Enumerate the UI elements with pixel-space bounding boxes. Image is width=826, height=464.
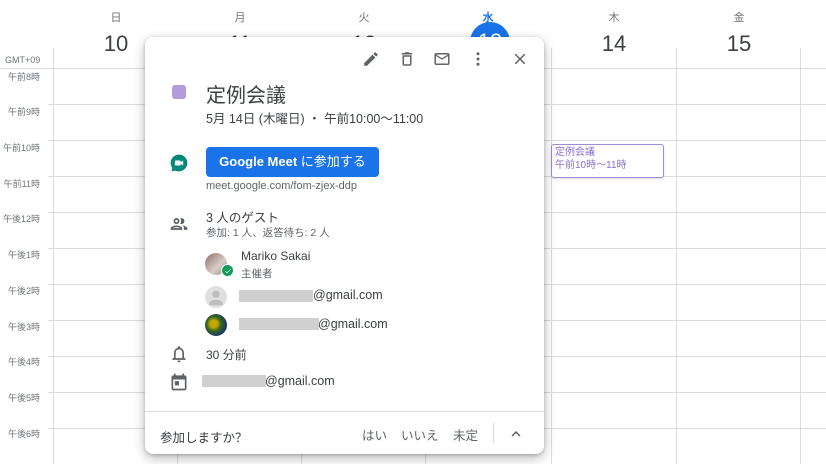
rsvp-yes-button[interactable]: はい [362, 425, 387, 444]
guest-avatar-photo[interactable] [205, 314, 227, 336]
hour-label: 午前11時 [3, 179, 40, 189]
more-vert-icon [476, 52, 480, 66]
redacted-email-prefix [239, 290, 313, 302]
hour-label: 午前8時 [7, 72, 40, 82]
event-date-time: 5月 14日 (木曜日) ・ 午前10:00～11:00 [206, 112, 424, 126]
day-of-week: 金 [733, 12, 745, 24]
trash-icon [401, 52, 413, 66]
redacted-email-prefix [239, 318, 319, 330]
event-color-swatch [172, 85, 186, 99]
day-of-week: 火 [358, 12, 370, 24]
rsvp-question: 参加しますか？ [160, 431, 248, 445]
day-header-thu[interactable]: 木 14 [552, 0, 676, 68]
check-icon [222, 265, 233, 276]
pencil-icon [364, 52, 378, 66]
event-detail-popup: 定例会議 5月 14日 (木曜日) ・ 午前10:00～11:00 Google… [145, 37, 544, 454]
bell-icon [169, 344, 189, 364]
day-of-week: 木 [608, 12, 620, 24]
hour-label: 午後2時 [7, 286, 40, 296]
hour-label: 午後12時 [2, 214, 40, 224]
join-label: に参加する [297, 154, 366, 169]
rsvp-no-button[interactable]: いいえ [401, 425, 439, 444]
hour-label: 午後1時 [7, 250, 40, 260]
calendar-event-block[interactable]: 定例会議 午前10時～11時 [551, 144, 664, 178]
hour-label: 午前9時 [7, 107, 40, 117]
hour-label: 午前10時 [2, 143, 40, 153]
expand-rsvp-button[interactable] [507, 425, 525, 443]
guest-email: @gmail.com [318, 317, 388, 331]
accepted-badge [221, 264, 234, 277]
day-of-week: 水 [482, 12, 494, 24]
column-line [551, 48, 552, 464]
edit-button[interactable] [360, 48, 382, 70]
day-number: 15 [726, 31, 752, 56]
reminder-text: 30 分前 [206, 348, 247, 362]
hour-label: 午後6時 [7, 429, 40, 439]
close-icon [514, 53, 526, 65]
calendar-icon [169, 372, 189, 392]
timezone-label: GMT+09 [5, 55, 41, 65]
organizer-name: Mariko Sakai [241, 249, 311, 263]
rsvp-maybe-button[interactable]: 未定 [453, 425, 478, 444]
meet-icon [169, 153, 189, 173]
footer-divider [145, 411, 544, 412]
more-options-button[interactable] [467, 48, 489, 70]
organizer-role: 主催者 [241, 268, 273, 280]
email-guests-button[interactable] [431, 48, 453, 70]
event-block-time: 午前10時～11時 [555, 160, 627, 171]
day-of-week: 月 [234, 12, 246, 24]
guest-email: @gmail.com [313, 288, 383, 302]
column-line [53, 48, 54, 464]
close-button[interactable] [509, 48, 531, 70]
mail-icon [434, 53, 450, 65]
column-line [800, 48, 801, 464]
day-of-week: 日 [110, 12, 122, 24]
people-icon [169, 214, 189, 234]
meet-brand: Google Meet [219, 154, 298, 169]
delete-button[interactable] [396, 48, 418, 70]
day-header-fri[interactable]: 金 15 [677, 0, 801, 68]
guest-avatar-default[interactable] [205, 286, 227, 308]
hour-label: 午後3時 [7, 322, 40, 332]
guest-response-summary: 参加: 1 人、返答待ち: 2 人 [206, 227, 330, 239]
calendar-owner-email: @gmail.com [265, 374, 335, 388]
hour-label: 午後5時 [7, 393, 40, 403]
redacted-email-prefix [202, 375, 266, 387]
rsvp-divider [493, 423, 494, 443]
join-meet-button[interactable]: Google Meet に参加する [206, 147, 379, 177]
guest-count: 3 人のゲスト [206, 211, 279, 225]
hour-label: 午後4時 [7, 357, 40, 367]
column-line [676, 48, 677, 464]
event-block-title: 定例会議 [555, 147, 595, 158]
meet-url[interactable]: meet.google.com/fom-zjex-ddp [206, 180, 357, 192]
event-title: 定例会議 [206, 85, 286, 107]
chevron-up-icon [511, 431, 521, 437]
day-number: 14 [601, 31, 627, 56]
